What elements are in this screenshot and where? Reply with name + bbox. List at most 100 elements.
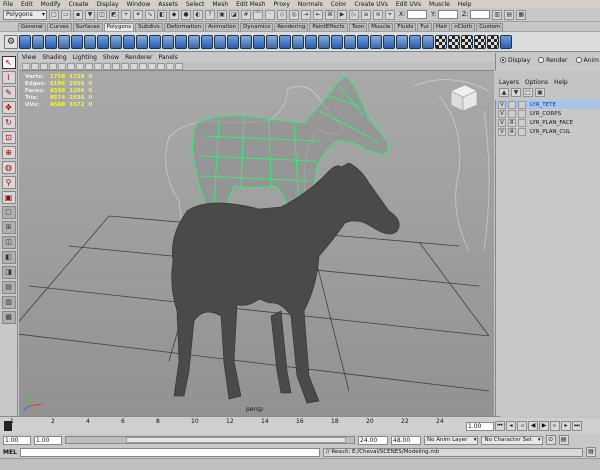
output-ops-icon[interactable]: ⇤ bbox=[313, 9, 323, 20]
panel-menu-shading[interactable]: Shading bbox=[42, 54, 66, 61]
menu-proxy[interactable]: Proxy bbox=[273, 1, 289, 8]
poly-pipe-icon[interactable] bbox=[123, 34, 135, 49]
separate-icon[interactable] bbox=[162, 34, 174, 49]
menu-edit-mesh[interactable]: Edit Mesh bbox=[236, 1, 265, 8]
poly-pyramid-icon[interactable] bbox=[110, 34, 122, 49]
rotate-tool-icon[interactable]: ↻ bbox=[1, 116, 16, 129]
split-polygon-icon[interactable] bbox=[318, 34, 330, 49]
shelf-tab-muscle[interactable]: Muscle bbox=[368, 23, 394, 31]
save-scene-icon[interactable]: ▪ bbox=[73, 9, 83, 20]
tab-anim[interactable]: Anim bbox=[575, 57, 599, 64]
layer-menu-help[interactable]: Help bbox=[554, 79, 568, 87]
menu-mesh[interactable]: Mesh bbox=[212, 1, 228, 8]
highlight-selection-icon[interactable]: ◪ bbox=[229, 9, 239, 20]
menu-normals[interactable]: Normals bbox=[298, 1, 323, 8]
textured-icon[interactable] bbox=[139, 62, 147, 70]
mirror-geometry-icon[interactable] bbox=[227, 34, 239, 49]
merge-icon[interactable] bbox=[357, 34, 369, 49]
layer-color-swatch[interactable] bbox=[518, 109, 526, 118]
animation-start-field[interactable]: 1.00 bbox=[3, 435, 31, 445]
poly-sphere-icon[interactable] bbox=[19, 34, 31, 49]
shelf-tab-deformation[interactable]: Deformation bbox=[163, 23, 205, 31]
reduce-icon[interactable] bbox=[253, 34, 265, 49]
select-component-icon[interactable]: ◩ bbox=[109, 9, 119, 20]
layer-color-swatch[interactable] bbox=[518, 127, 526, 136]
paint-select-tool-icon[interactable]: ✎ bbox=[1, 86, 16, 99]
lock-selection-icon[interactable]: ▣ bbox=[217, 9, 227, 20]
play-forwards-icon[interactable]: ▶ bbox=[539, 421, 549, 431]
film-gate-icon[interactable] bbox=[58, 62, 66, 70]
pick-curve-icon[interactable]: ∿ bbox=[145, 9, 155, 20]
poly-helix-icon[interactable] bbox=[136, 34, 148, 49]
extract-icon[interactable] bbox=[175, 34, 187, 49]
poke-face-icon[interactable] bbox=[409, 34, 421, 49]
animation-preferences-icon[interactable]: ▤ bbox=[558, 435, 569, 445]
snap-curve-icon[interactable]: ⌒ bbox=[253, 9, 263, 20]
z-field[interactable] bbox=[470, 10, 491, 19]
grid-toggle-icon[interactable] bbox=[49, 62, 57, 70]
go-to-start-icon[interactable]: ⏮ bbox=[495, 421, 505, 431]
move-layer-up-icon[interactable]: ▲ bbox=[499, 88, 509, 97]
panel-menu-show[interactable]: Show bbox=[103, 54, 119, 61]
outliner-layout-icon[interactable]: ▤ bbox=[1, 281, 16, 294]
panel-menu-lighting[interactable]: Lighting bbox=[73, 54, 97, 61]
render-settings-icon[interactable]: ≡ bbox=[361, 9, 371, 20]
universal-manipulator-icon[interactable]: ⊕ bbox=[1, 146, 16, 159]
bevel-icon[interactable] bbox=[344, 34, 356, 49]
panel-menu-view[interactable]: View bbox=[22, 54, 36, 61]
shelf-tab-toon[interactable]: Toon bbox=[348, 23, 368, 31]
menu-create-uvs[interactable]: Create UVs bbox=[354, 1, 387, 8]
snap-view-plane-icon[interactable]: ◇ bbox=[277, 9, 287, 20]
planar-mapping-icon[interactable] bbox=[435, 34, 447, 49]
layer-row[interactable]: V R LYR_PLAN_CUL bbox=[496, 127, 600, 136]
shelf-tab-general[interactable]: General bbox=[18, 23, 46, 31]
layer-visibility-toggle[interactable]: V bbox=[498, 118, 506, 127]
script-editor-icon[interactable]: ▤ bbox=[585, 447, 596, 457]
playback-start-field[interactable]: 1.00 bbox=[34, 435, 62, 445]
radio-button[interactable] bbox=[500, 57, 506, 63]
command-input[interactable] bbox=[19, 447, 320, 457]
delete-edge-icon[interactable] bbox=[383, 34, 395, 49]
camera-attributes-icon[interactable] bbox=[22, 62, 30, 70]
step-forward-frame-icon[interactable]: ▹ bbox=[550, 421, 560, 431]
spherical-mapping-icon[interactable] bbox=[461, 34, 473, 49]
menu-display[interactable]: Display bbox=[97, 1, 119, 8]
isolate-select-icon[interactable] bbox=[175, 62, 183, 70]
menu-edit[interactable]: Edit bbox=[21, 1, 33, 8]
wireframe-on-shaded-icon[interactable] bbox=[130, 62, 138, 70]
menu-help[interactable]: Help bbox=[458, 1, 472, 8]
open-scene-icon[interactable]: ▭ bbox=[61, 9, 71, 20]
persp-outliner-layout-icon[interactable]: ◫ bbox=[1, 236, 16, 249]
pick-joint-icon[interactable]: ✶ bbox=[133, 9, 143, 20]
menu-select[interactable]: Select bbox=[186, 1, 205, 8]
shadows-icon[interactable] bbox=[157, 62, 165, 70]
x-field[interactable] bbox=[407, 10, 428, 19]
poly-cylinder-icon[interactable] bbox=[45, 34, 57, 49]
combine-icon[interactable] bbox=[149, 34, 161, 49]
shelf-tab-polygons[interactable]: Polygons bbox=[103, 23, 135, 31]
pick-handle-icon[interactable]: + bbox=[121, 9, 131, 20]
layer-color-swatch[interactable] bbox=[518, 100, 526, 109]
new-scene-icon[interactable]: □ bbox=[49, 9, 59, 20]
bookmark-icon[interactable] bbox=[31, 62, 39, 70]
snap-grid-icon[interactable]: # bbox=[241, 9, 251, 20]
smooth-icon[interactable] bbox=[240, 34, 252, 49]
four-view-layout-icon[interactable]: ⊞ bbox=[1, 221, 16, 234]
new-empty-layer-icon[interactable]: □ bbox=[523, 88, 533, 97]
shelf-tab-hair[interactable]: Hair bbox=[433, 23, 451, 31]
perspective-viewport[interactable]: Verts: 1758 1728 0 Edges: 6196 2956 0 Faces: 4338… bbox=[19, 71, 494, 416]
select-hierarchy-icon[interactable]: ▼ bbox=[85, 9, 95, 20]
merge-to-center-icon[interactable] bbox=[370, 34, 382, 49]
pick-dynamics-icon[interactable]: ● bbox=[181, 9, 191, 20]
ipr-render-icon[interactable]: ▷ bbox=[349, 9, 359, 20]
move-tool-icon[interactable]: ✥ bbox=[1, 101, 16, 114]
layer-playback-toggle[interactable] bbox=[508, 109, 516, 118]
layer-color-swatch[interactable] bbox=[518, 118, 526, 127]
menu-color[interactable]: Color bbox=[331, 1, 347, 8]
append-polygon-icon[interactable] bbox=[305, 34, 317, 49]
menu-assets[interactable]: Assets bbox=[158, 1, 178, 8]
poly-prism-icon[interactable] bbox=[97, 34, 109, 49]
layer-row[interactable]: V LYR_CORPS bbox=[496, 109, 600, 118]
boolean-union-icon[interactable] bbox=[188, 34, 200, 49]
animation-end-field[interactable]: 48.00 bbox=[391, 435, 421, 445]
